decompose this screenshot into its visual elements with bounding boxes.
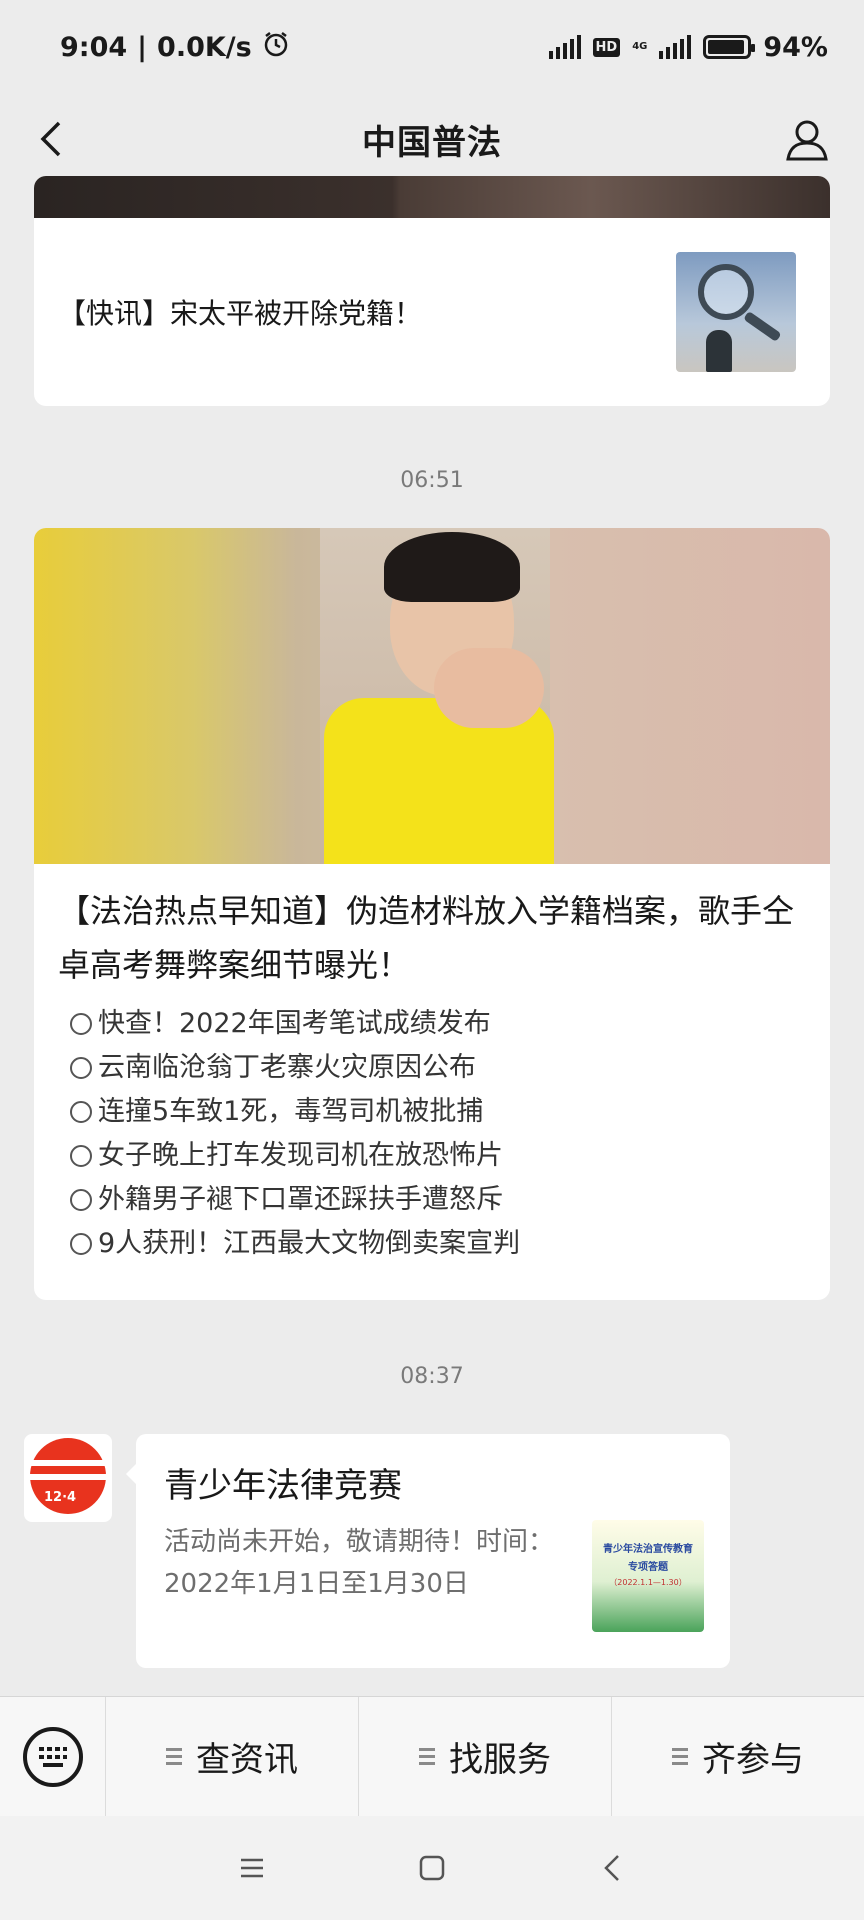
status-time: 9:04 bbox=[60, 31, 128, 63]
navigation-bar: 中国普法 bbox=[0, 94, 864, 184]
status-right: HD 4G 94% bbox=[548, 31, 828, 63]
sub-article-item[interactable]: 外籍男子褪下口罩还踩扶手遭怒斥 bbox=[70, 1178, 806, 1222]
article-cover-image bbox=[34, 528, 830, 864]
silhouette-figure bbox=[706, 330, 732, 372]
logo-stripe bbox=[30, 1460, 106, 1466]
mini-program-title: 青少年法律竞赛 bbox=[164, 1466, 402, 1506]
mini-program-description: 活动尚未开始，敬请期待！时间：2022年1月1日至1月30日 bbox=[164, 1527, 555, 1599]
menu-item-label: 查资讯 bbox=[196, 1740, 298, 1780]
account-menu-bar: 查资讯 找服务 齐参与 bbox=[0, 1696, 864, 1817]
article-title: 【快讯】宋太平被开除党籍！ bbox=[58, 297, 423, 330]
article-headline: 【法治热点早知道】伪造材料放入学籍档案，歌手仝卓高考舞弊案细节曝光！ bbox=[58, 892, 795, 984]
sub-article-text: 连撞5车致1死，毒驾司机被批捕 bbox=[98, 1096, 484, 1127]
hd-badge: HD bbox=[592, 37, 621, 57]
sub-article-text: 云南临沧翁丁老寨火灾原因公布 bbox=[98, 1052, 476, 1083]
magnifier-icon bbox=[698, 264, 754, 320]
circle-bullet-icon bbox=[70, 1101, 92, 1123]
article-thumbnail bbox=[676, 252, 796, 372]
circle-bullet-icon bbox=[70, 1145, 92, 1167]
menu-item-news[interactable]: 查资讯 bbox=[106, 1696, 359, 1817]
sub-article-item[interactable]: 快查！2022年国考笔试成绩发布 bbox=[70, 1002, 806, 1046]
avatar[interactable]: 12·4 bbox=[24, 1434, 112, 1522]
menu-lines-icon bbox=[672, 1748, 688, 1765]
circle-bullet-icon bbox=[70, 1189, 92, 1211]
cover-hand bbox=[434, 648, 544, 728]
article-card-2[interactable]: 【法治热点早知道】伪造材料放入学籍档案，歌手仝卓高考舞弊案细节曝光！ 快查！20… bbox=[34, 528, 830, 1300]
logo-stripe bbox=[30, 1474, 106, 1480]
mini-program-thumbnail: 青少年法治宣传教育 专项答题 （2022.1.1—1.30） bbox=[592, 1520, 704, 1632]
alarm-icon bbox=[262, 30, 290, 65]
menu-item-participate[interactable]: 齐参与 bbox=[612, 1697, 864, 1817]
message-timestamp-2: 08:37 bbox=[400, 1364, 464, 1389]
page-title: 中国普法 bbox=[362, 122, 502, 163]
mini-program-card[interactable]: 青少年法律竞赛 活动尚未开始，敬请期待！时间：2022年1月1日至1月30日 青… bbox=[126, 1434, 730, 1668]
system-navigation-bar bbox=[0, 1816, 864, 1920]
status-separator: | bbox=[137, 31, 148, 63]
person-icon[interactable] bbox=[780, 112, 834, 166]
thumb-date: （2022.1.1—1.30） bbox=[609, 1578, 687, 1587]
sub-article-text: 9人获刑！江西最大文物倒卖案宣判 bbox=[98, 1228, 521, 1259]
article-sublist: 快查！2022年国考笔试成绩发布 云南临沧翁丁老寨火灾原因公布 连撞5车致1死，… bbox=[34, 992, 830, 1266]
article-card-1[interactable]: 【快讯】宋太平被开除党籍！ bbox=[34, 176, 830, 406]
thumb-subtitle: 专项答题 bbox=[628, 1562, 668, 1573]
battery-percent: 94% bbox=[763, 31, 828, 63]
chevron-left-icon[interactable] bbox=[26, 114, 76, 164]
status-bar: 9:04 | 0.0K/s HD 4G 94% bbox=[0, 0, 864, 94]
circle-bullet-icon bbox=[70, 1233, 92, 1255]
circle-bullet-icon bbox=[70, 1013, 92, 1035]
menu-lines-icon bbox=[166, 1748, 182, 1765]
menu-icon[interactable] bbox=[232, 1848, 272, 1888]
signal-icon bbox=[548, 35, 581, 59]
sub-article-item[interactable]: 女子晚上打车发现司机在放恐怖片 bbox=[70, 1134, 806, 1178]
message-timestamp: 06:51 bbox=[400, 468, 464, 493]
back-icon[interactable] bbox=[592, 1848, 632, 1888]
thumb-title: 青少年法治宣传教育 bbox=[603, 1544, 693, 1555]
battery-icon bbox=[703, 35, 756, 59]
signal-icon-2 bbox=[659, 35, 692, 59]
avatar-label: 12·4 bbox=[44, 1490, 77, 1505]
home-icon[interactable] bbox=[412, 1848, 452, 1888]
wechat-official-account-screen: 9:04 | 0.0K/s HD 4G 94% 中国普法 【快讯】宋太平被开除党… bbox=[0, 0, 864, 1920]
network-type: 4G bbox=[632, 41, 648, 52]
previous-cover-image bbox=[34, 176, 830, 218]
avatar-logo: 12·4 bbox=[30, 1438, 106, 1514]
sub-article-item[interactable]: 9人获刑！江西最大文物倒卖案宣判 bbox=[70, 1222, 806, 1266]
cover-hair bbox=[384, 532, 520, 602]
status-net-speed: 0.0K/s bbox=[157, 31, 252, 63]
sub-article-text: 外籍男子褪下口罩还踩扶手遭怒斥 bbox=[98, 1184, 503, 1215]
message-list: 【快讯】宋太平被开除党籍！ 06:51 【法治热点早知道】伪造材料放入学籍档案，… bbox=[0, 176, 864, 1696]
sub-article-item[interactable]: 连撞5车致1死，毒驾司机被批捕 bbox=[70, 1090, 806, 1134]
menu-item-label: 找服务 bbox=[449, 1740, 551, 1780]
article-card-1-body: 【快讯】宋太平被开除党籍！ bbox=[34, 218, 830, 372]
battery-fill bbox=[708, 40, 745, 54]
magnifier-handle bbox=[743, 310, 782, 343]
menu-item-services[interactable]: 找服务 bbox=[359, 1696, 612, 1817]
menu-item-label: 齐参与 bbox=[702, 1740, 804, 1780]
sub-article-text: 女子晚上打车发现司机在放恐怖片 bbox=[98, 1140, 503, 1171]
sub-article-text: 快查！2022年国考笔试成绩发布 bbox=[98, 1008, 491, 1039]
menu-lines-icon bbox=[419, 1748, 435, 1765]
keyboard-icon bbox=[22, 1726, 83, 1787]
keyboard-toggle-button[interactable] bbox=[0, 1696, 106, 1817]
sub-article-item[interactable]: 云南临沧翁丁老寨火灾原因公布 bbox=[70, 1046, 806, 1090]
circle-bullet-icon bbox=[70, 1057, 92, 1079]
status-left: 9:04 | 0.0K/s bbox=[60, 30, 290, 65]
